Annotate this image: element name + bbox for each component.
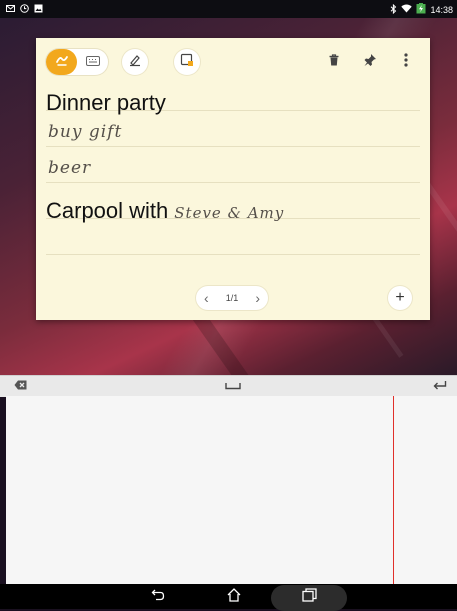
note-toolbar <box>36 38 430 84</box>
note-line-4[interactable]: Carpool with Steve & Amy <box>46 198 284 224</box>
enter-button[interactable] <box>433 380 447 392</box>
more-options-button[interactable] <box>396 52 416 72</box>
pen-icon <box>55 53 69 72</box>
delete-button[interactable] <box>324 52 344 72</box>
clock-icon <box>20 4 29 13</box>
space-icon <box>225 377 241 395</box>
pin-icon <box>363 53 377 72</box>
keyboard-mode-button[interactable] <box>79 49 106 75</box>
handwriting-mode-button[interactable] <box>46 49 77 75</box>
bluetooth-icon <box>390 3 397 16</box>
note-line-4-typed: Carpool with <box>46 198 169 223</box>
note-line-1[interactable]: Dinner party <box>46 90 166 116</box>
pin-button[interactable] <box>360 52 380 72</box>
home-icon <box>226 587 242 608</box>
chevron-left-icon[interactable]: ‹ <box>204 290 209 306</box>
home-button[interactable] <box>226 587 242 608</box>
handwriting-toolbar <box>0 375 457 397</box>
space-button[interactable] <box>225 380 241 392</box>
battery-charging-icon <box>416 3 426 16</box>
recents-button[interactable] <box>301 587 317 607</box>
backspace-icon <box>14 377 27 395</box>
chevron-right-icon[interactable]: › <box>255 290 260 306</box>
image-icon <box>34 4 43 13</box>
input-mode-toggle[interactable] <box>46 49 108 75</box>
note-card[interactable]: Dinner party buy gift beer Carpool with S… <box>36 38 430 320</box>
page-indicator: 1/1 <box>225 293 239 303</box>
plus-icon: + <box>395 289 405 306</box>
enter-icon <box>433 377 447 395</box>
back-icon <box>151 588 165 606</box>
note-line-4-handwriting: Steve & Amy <box>174 204 285 222</box>
draw-icon <box>128 53 142 72</box>
backspace-button[interactable] <box>14 380 27 392</box>
handwriting-input-area[interactable] <box>6 396 457 584</box>
clock-time: 14:38 <box>430 4 453 15</box>
ruled-line <box>46 182 420 183</box>
insert-image-icon <box>180 53 194 72</box>
trash-icon <box>327 53 341 72</box>
insert-button[interactable] <box>174 49 200 75</box>
add-page-button[interactable]: + <box>388 286 412 310</box>
ruled-line <box>46 146 420 147</box>
page-navigator: ‹ 1/1 › <box>196 286 268 310</box>
keyboard-icon <box>85 53 100 71</box>
status-bar: 14:38 <box>0 0 457 18</box>
ruled-line <box>46 254 420 255</box>
back-button[interactable] <box>150 588 166 606</box>
note-line-3-handwriting[interactable]: beer <box>48 158 91 178</box>
recents-icon <box>301 587 317 607</box>
more-vert-icon <box>404 52 408 72</box>
navigation-bar <box>0 584 457 611</box>
wifi-icon <box>401 4 413 15</box>
mail-icon <box>6 4 15 13</box>
draw-button[interactable] <box>122 49 148 75</box>
note-line-2-handwriting[interactable]: buy gift <box>48 122 122 142</box>
margin-line <box>393 396 394 584</box>
